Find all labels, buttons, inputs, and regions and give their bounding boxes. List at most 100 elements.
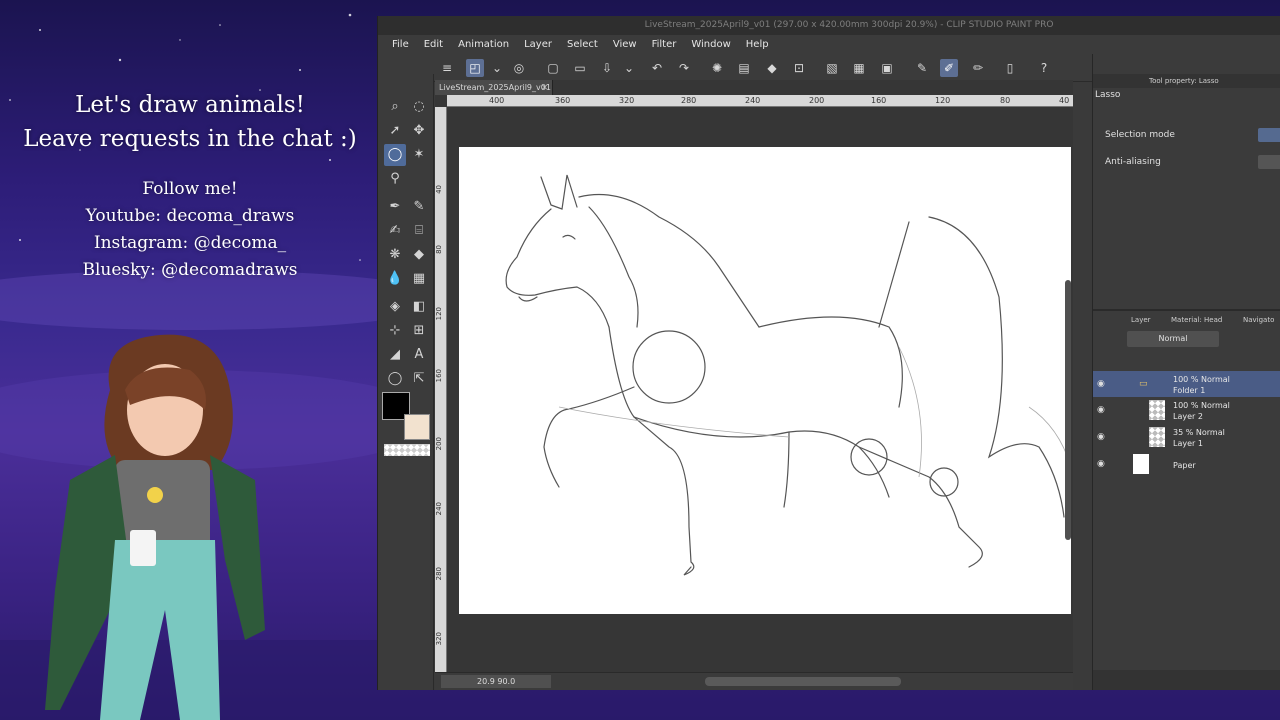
vertical-ruler: 40 80 120 160 200 240 280 320: [435, 107, 447, 674]
lasso-icon[interactable]: ◯: [384, 144, 406, 166]
blend-mode-select[interactable]: Normal: [1127, 331, 1219, 347]
gradient-icon[interactable]: ◧: [408, 296, 430, 318]
grid-icon[interactable]: ▦: [850, 59, 868, 77]
object-select-icon[interactable]: ➚: [384, 120, 406, 142]
menu-view[interactable]: View: [613, 39, 637, 50]
fill-icon[interactable]: ◆: [763, 59, 781, 77]
close-icon[interactable]: ✕: [541, 80, 548, 95]
frame-icon[interactable]: ▣: [878, 59, 896, 77]
folder-icon: ▭: [1139, 379, 1148, 389]
layer-name: Layer 2: [1173, 412, 1203, 421]
correct-line-icon[interactable]: ⇱: [408, 368, 430, 390]
tab-layer[interactable]: Layer: [1131, 313, 1151, 327]
eye-icon[interactable]: ◉: [1097, 458, 1109, 470]
menu-hamburger-icon[interactable]: ≡: [438, 59, 456, 77]
phone-icon[interactable]: ▯: [1001, 59, 1019, 77]
transform-icon[interactable]: ⊡: [790, 59, 808, 77]
eye-icon[interactable]: ◉: [1097, 404, 1109, 416]
layer-row-layer1[interactable]: ◉ 35 % Normal Layer 1: [1093, 424, 1280, 450]
decoration-icon[interactable]: ❋: [384, 244, 406, 266]
layer-row-layer2[interactable]: ◉ 100 % Normal Layer 2: [1093, 397, 1280, 423]
transparent-color-swatch[interactable]: [384, 444, 430, 456]
ruler-label: 280: [435, 567, 443, 581]
open-folder-icon[interactable]: ▭: [571, 59, 589, 77]
stack-icon[interactable]: ▤: [735, 59, 753, 77]
tool-palette: ⌕ ◌ ➚ ✥ ◯ ✶ ⚲ ✒ ✎ ✍ ⌸ ❋ ◆ 💧 ▦ ◈ ◧ ⊹ ⊞ ◢ …: [378, 74, 434, 690]
document-tab[interactable]: LiveStream_2025April9_v01 ✕: [435, 80, 553, 95]
chevron-down-icon[interactable]: ⌄: [488, 59, 506, 77]
airbrush-icon[interactable]: ⌸: [408, 220, 430, 242]
zoom-icon[interactable]: ⌕: [384, 96, 406, 118]
new-file-icon[interactable]: ▢: [544, 59, 562, 77]
tool-property-tabs: Tool property: Lasso: [1093, 74, 1280, 88]
ruler-label: 320: [435, 632, 443, 646]
lasso-dotted-icon[interactable]: ◌: [408, 96, 430, 118]
layer-name: Paper: [1173, 461, 1196, 470]
redo-icon[interactable]: ↷: [675, 59, 693, 77]
ruler-icon[interactable]: ◢: [384, 344, 406, 366]
menu-select[interactable]: Select: [567, 39, 598, 50]
stream-headline: Let's draw animals! Leave requests in th…: [0, 88, 380, 156]
drawing-canvas[interactable]: [459, 147, 1071, 614]
streamer-avatar-illustration: [45, 334, 265, 720]
antialiasing-toggle[interactable]: [1258, 155, 1280, 169]
ruler-pen-icon[interactable]: ✎: [913, 59, 931, 77]
selection-mode-toggle[interactable]: [1258, 128, 1280, 142]
pen-icon[interactable]: ✏: [969, 59, 987, 77]
antialiasing-label: Anti-aliasing: [1105, 157, 1161, 167]
clip-studio-window: LiveStream_2025April9_v01 (297.00 x 420.…: [377, 16, 1280, 690]
layer-panel: Layer Material: Head Navigato Normal ◉ ▭…: [1093, 309, 1280, 690]
blend-icon[interactable]: 💧: [384, 268, 406, 290]
menu-file[interactable]: File: [392, 39, 409, 50]
grid-off-icon[interactable]: ▧: [823, 59, 841, 77]
paper-thumbnail: [1133, 454, 1149, 474]
figure-icon[interactable]: ⊹: [384, 320, 406, 342]
selection-mode-label: Selection mode: [1105, 130, 1175, 140]
menu-window[interactable]: Window: [691, 39, 730, 50]
eye-icon[interactable]: ◉: [1097, 431, 1109, 443]
fill-bucket-icon[interactable]: ◈: [384, 296, 406, 318]
layer-thumbnail: [1149, 400, 1165, 420]
menu-animation[interactable]: Animation: [458, 39, 509, 50]
menu-edit[interactable]: Edit: [424, 39, 443, 50]
menu-help[interactable]: Help: [746, 39, 769, 50]
menu-filter[interactable]: Filter: [652, 39, 677, 50]
chevron-down-icon[interactable]: ⌄: [620, 59, 638, 77]
layer-info: Paper: [1173, 460, 1196, 471]
stabilizer-brush-icon[interactable]: ✐: [940, 59, 958, 77]
loading-icon[interactable]: ✺: [708, 59, 726, 77]
select-mode-icon[interactable]: ◰: [466, 59, 484, 77]
move-icon[interactable]: ✥: [408, 120, 430, 142]
clip-studio-icon[interactable]: ◎: [510, 59, 528, 77]
tab-navigator[interactable]: Navigato: [1243, 313, 1274, 327]
tab-tool-property[interactable]: Tool property: Lasso: [1149, 74, 1219, 88]
save-icon[interactable]: ⇩: [598, 59, 616, 77]
frame-icon[interactable]: ⊞: [408, 320, 430, 342]
frame-border-icon[interactable]: ▦: [408, 268, 430, 290]
sub-color-swatch[interactable]: [404, 414, 430, 440]
magic-wand-icon[interactable]: ✶: [408, 144, 430, 166]
text-icon[interactable]: A: [408, 344, 430, 366]
vertical-scrollbar[interactable]: [1065, 280, 1071, 540]
layer-row-paper[interactable]: ◉ Paper: [1093, 451, 1280, 477]
horizontal-ruler: 400 360 320 280 240 200 160 120 80 40: [447, 95, 1073, 107]
pencil-icon[interactable]: ✎: [408, 196, 430, 218]
eye-icon[interactable]: ◉: [1097, 378, 1109, 390]
undo-icon[interactable]: ↶: [648, 59, 666, 77]
eyedropper-icon[interactable]: ⚲: [384, 168, 406, 190]
layer-row-folder[interactable]: ◉ ▭ 100 % Normal Folder 1: [1093, 371, 1280, 397]
balloon-icon[interactable]: ◯: [384, 368, 406, 390]
eraser-icon[interactable]: ◆: [408, 244, 430, 266]
ruler-label: 160: [871, 96, 887, 105]
tab-material[interactable]: Material: Head: [1171, 313, 1222, 327]
menu-layer[interactable]: Layer: [524, 39, 552, 50]
ruler-label: 320: [619, 96, 635, 105]
help-icon[interactable]: ?: [1035, 59, 1053, 77]
ruler-label: 400: [489, 96, 505, 105]
ruler-label: 240: [435, 502, 443, 516]
horizontal-scrollbar[interactable]: [705, 677, 901, 686]
zoom-readout[interactable]: 20.9 90.0: [441, 675, 551, 688]
pen-icon[interactable]: ✒: [384, 196, 406, 218]
brush-icon[interactable]: ✍: [384, 220, 406, 242]
canvas-area: LiveStream_2025April9_v01 ✕ 400 360 320 …: [435, 80, 1073, 690]
